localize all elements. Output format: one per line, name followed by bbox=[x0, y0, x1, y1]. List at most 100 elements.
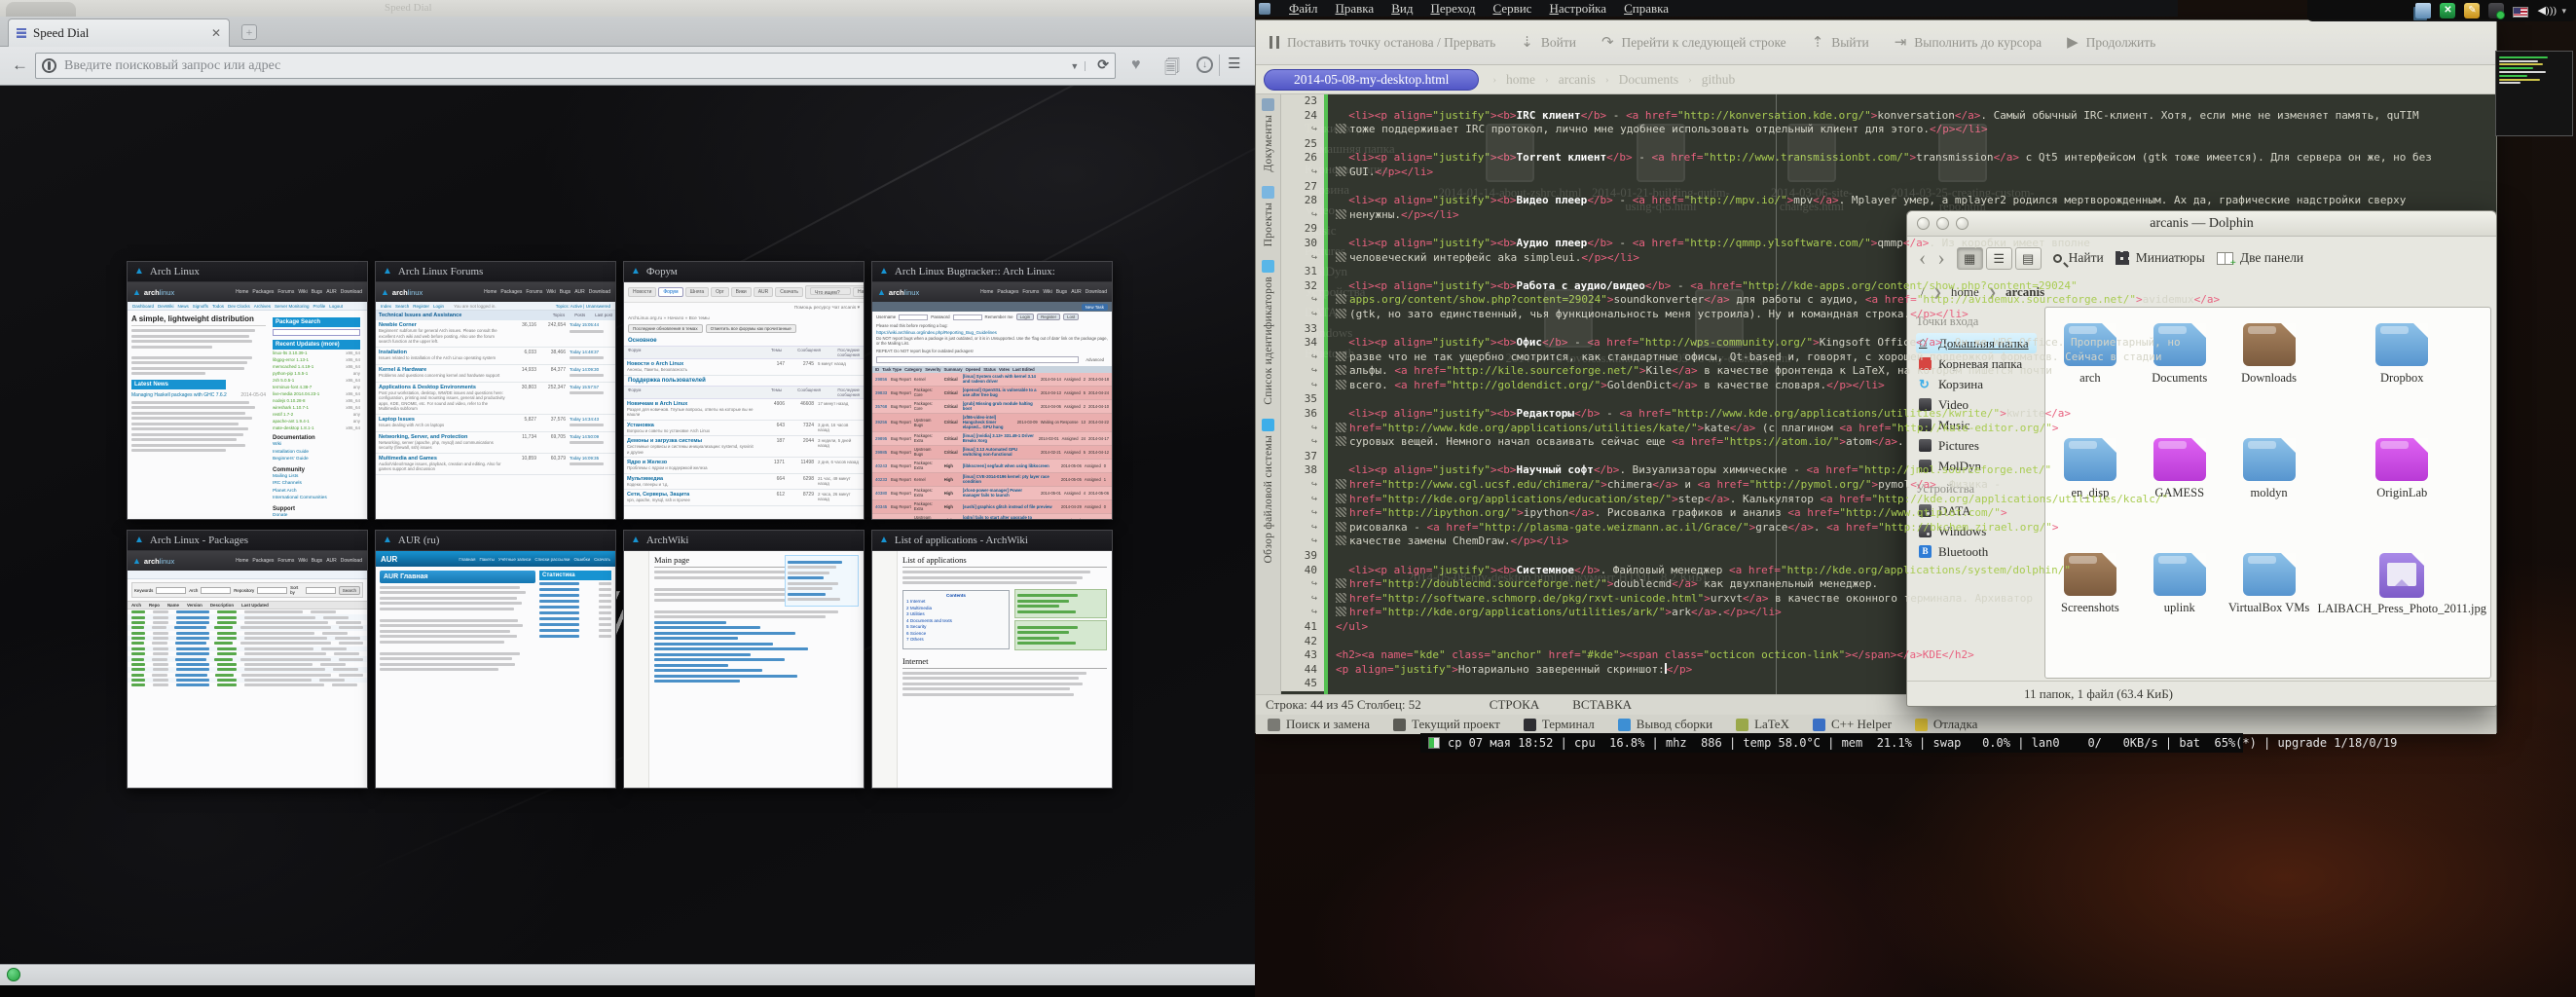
new-tab-button[interactable]: + bbox=[241, 24, 257, 40]
update-row[interactable]: restif 1.7-2any bbox=[273, 411, 360, 418]
bug-summary[interactable]: [linux] 3.13 Automated GPU switching non… bbox=[963, 447, 1038, 457]
devlink[interactable]: Todos bbox=[212, 304, 224, 309]
tool-button-Терминал[interactable]: Терминал bbox=[1524, 717, 1595, 732]
nav-Bugs[interactable]: Bugs bbox=[312, 558, 322, 564]
bug-summary[interactable]: [sushi] graphics glitch instead of file … bbox=[963, 504, 1058, 509]
forum-row[interactable]: Ядро и ЖелезоПроблемы с ядром и поддержк… bbox=[624, 458, 864, 474]
media-status-icon[interactable] bbox=[2488, 3, 2504, 18]
devlink[interactable]: Archives bbox=[254, 304, 271, 309]
debug-button[interactable]: ⇡Выйти bbox=[1812, 33, 1869, 52]
menu-Правка[interactable]: Правка bbox=[1327, 1, 1383, 17]
tab-speed-dial[interactable]: Speed Dial ✕ bbox=[8, 18, 230, 47]
nav-Bugs[interactable]: Bugs bbox=[560, 289, 570, 295]
tab-Новости[interactable]: Новости bbox=[628, 287, 656, 297]
address-bar[interactable]: Введите поисковый запрос или адрес ▼ ⟳ bbox=[35, 53, 1116, 79]
forum-row[interactable]: Сети, Серверы, Защитаvpn, apache, mysql,… bbox=[624, 490, 864, 506]
last-post[interactable]: Today 14:09:30 bbox=[570, 367, 612, 380]
last-post[interactable]: Today 14:34:43 bbox=[570, 417, 612, 429]
package-name[interactable]: python-pip 1.5.5-1 bbox=[273, 370, 308, 377]
tool-button-Отладка[interactable]: Отладка bbox=[1915, 717, 1978, 732]
update-row[interactable]: python-pip 1.5.5-1any bbox=[273, 370, 360, 377]
breadcrumb-home[interactable]: home bbox=[1506, 72, 1535, 88]
menu-Справка[interactable]: Справка bbox=[1615, 1, 1677, 17]
nav-Скачать[interactable]: Скачать bbox=[594, 557, 610, 562]
bug-row[interactable]: 29895Bug ReportPackages: ExtraCritical[l… bbox=[872, 432, 1112, 446]
nav-Главная[interactable]: Главная bbox=[459, 557, 475, 562]
topics-links[interactable]: Topics: Active | Unanswered bbox=[556, 304, 610, 309]
register-button[interactable]: Register bbox=[1037, 314, 1060, 320]
package-name[interactable]: linux-lts 3.10.39-1 bbox=[273, 350, 308, 356]
debug-button[interactable]: ▶Продолжить bbox=[2067, 33, 2155, 52]
tab-close-icon[interactable]: ✕ bbox=[211, 26, 221, 41]
forum-row[interactable]: Applications & Desktop EnvironmentsPost … bbox=[376, 383, 615, 415]
filter-select[interactable] bbox=[306, 587, 336, 594]
forum-row[interactable]: Networking, Server, and ProtectionNetwor… bbox=[376, 432, 615, 454]
insert-mode[interactable]: ВСТАВКА bbox=[1572, 697, 1632, 713]
link-label[interactable]: Wiki bbox=[273, 442, 281, 447]
forumlink[interactable]: Register bbox=[413, 304, 429, 309]
last-post[interactable]: Today 15:05:44 bbox=[570, 322, 612, 345]
bug-row[interactable]: 39833Bug ReportPackages: CoreCritical[op… bbox=[872, 387, 1112, 400]
nav-Download[interactable]: Download bbox=[589, 289, 610, 295]
section-link[interactable]: Beginners' Guide bbox=[273, 456, 360, 463]
menu-Файл[interactable]: Файл bbox=[1280, 1, 1327, 17]
tool-button-Поиск и замена[interactable]: Поиск и замена bbox=[1268, 717, 1370, 732]
update-row[interactable]: terminus-font 4.38-7any bbox=[273, 384, 360, 390]
package-name[interactable]: memcached 1.4.19-1 bbox=[273, 363, 313, 370]
bug-summary[interactable]: [xfce4-power-manager] Power manager fail… bbox=[963, 488, 1038, 498]
section-link[interactable]: IRC Channels bbox=[273, 480, 360, 488]
keyboard-layout-us-flag-icon[interactable] bbox=[2513, 7, 2528, 18]
update-row[interactable]: apache-ant 1.9.4-1any bbox=[273, 418, 360, 425]
link-label[interactable]: Mailing Lists bbox=[273, 474, 298, 479]
forum-row[interactable]: Новичкам в Arch LinuxРаздел для новичков… bbox=[624, 399, 864, 421]
volume-icon[interactable]: ◀))) bbox=[2537, 3, 2553, 18]
tool-tab-Обзор файловой системы[interactable]: Обзор файловой системы bbox=[1262, 419, 1274, 563]
bug-summary[interactable]: [xf86-video-intel] Hangcheck timer elaps… bbox=[963, 415, 1014, 429]
bug-id[interactable]: 40345 bbox=[875, 504, 888, 509]
search-button[interactable]: Search bbox=[339, 586, 360, 595]
speed-dial-tile-1[interactable]: ▲Arch Linux▲archlinuxHomePackagesForumsW… bbox=[127, 261, 368, 520]
username-field[interactable] bbox=[899, 314, 928, 320]
package-name[interactable]: wireshark 1.10.7-1 bbox=[273, 404, 309, 411]
breadcrumb-arcanis[interactable]: arcanis bbox=[1559, 72, 1596, 88]
forum-row[interactable]: Демоны и загрузка системыСистемные серви… bbox=[624, 436, 864, 458]
bug-summary[interactable]: [grub] Missing grub module halting boot bbox=[963, 401, 1038, 411]
package-name[interactable]: libgpg-error 1.13-1 bbox=[273, 356, 309, 363]
nav-Forums[interactable]: Forums bbox=[1022, 289, 1039, 295]
forum-name[interactable]: Multimedia and Games bbox=[379, 456, 437, 462]
link-label[interactable]: Donate bbox=[273, 513, 287, 518]
devlink[interactable]: Dev Clocks bbox=[228, 304, 250, 309]
screenshot-tool-icon[interactable]: ✎ bbox=[2464, 3, 2480, 18]
news-link[interactable]: Managing Haskell packages with GHC 7.6.2… bbox=[131, 392, 266, 398]
nav-AUR[interactable]: AUR bbox=[326, 558, 337, 564]
devlink[interactable]: Logout bbox=[329, 304, 343, 309]
package-search-input[interactable] bbox=[273, 329, 360, 336]
updates-button[interactable]: Последние обновления в темах bbox=[628, 324, 703, 333]
debug-button[interactable]: ↷Перейти к следующей строке bbox=[1601, 33, 1786, 52]
tool-tab-Проекты[interactable]: Проекты bbox=[1262, 186, 1274, 246]
filter-select[interactable] bbox=[156, 587, 186, 594]
nav-Download[interactable]: Download bbox=[341, 289, 362, 295]
package-name[interactable]: zsh 5.0.5-1 bbox=[273, 377, 294, 384]
devlink[interactable]: DevWiki bbox=[158, 304, 174, 309]
search-input[interactable] bbox=[876, 356, 1079, 363]
selection-mode[interactable]: СТРОКА bbox=[1490, 697, 1539, 713]
tab-Шняга[interactable]: Шняга bbox=[685, 287, 710, 297]
nav-Download[interactable]: Download bbox=[341, 558, 362, 564]
bug-id[interactable]: 39833 bbox=[875, 390, 888, 395]
nav-Home[interactable]: Home bbox=[236, 289, 248, 295]
forum-row[interactable]: МультимедиаКодеки, плееры и т.д.66462982… bbox=[624, 474, 864, 491]
toc-link[interactable]: 7 Others bbox=[906, 637, 1006, 644]
forum-row[interactable]: Laptop IssuesIssues dealing with Arch on… bbox=[376, 415, 615, 432]
update-row[interactable]: live-media 2014.04.23-1x86_64 bbox=[273, 390, 360, 397]
nav-Forums[interactable]: Forums bbox=[526, 289, 542, 295]
package-name[interactable]: live-media 2014.04.23-1 bbox=[273, 390, 319, 397]
nav-Packages[interactable]: Packages bbox=[997, 289, 1018, 295]
nav-Download[interactable]: Download bbox=[1086, 289, 1107, 295]
section-link[interactable]: Planet Arch bbox=[273, 488, 360, 496]
last-post[interactable]: Today 15:57:57 bbox=[570, 385, 612, 412]
devlink[interactable]: News bbox=[178, 304, 189, 309]
tray-expand-arrow-icon[interactable]: ▾ bbox=[2561, 0, 2566, 21]
menu-Сервис[interactable]: Сервис bbox=[1484, 1, 1540, 17]
forum-row[interactable]: УстановкаВопросы и советы по установке A… bbox=[624, 421, 864, 437]
